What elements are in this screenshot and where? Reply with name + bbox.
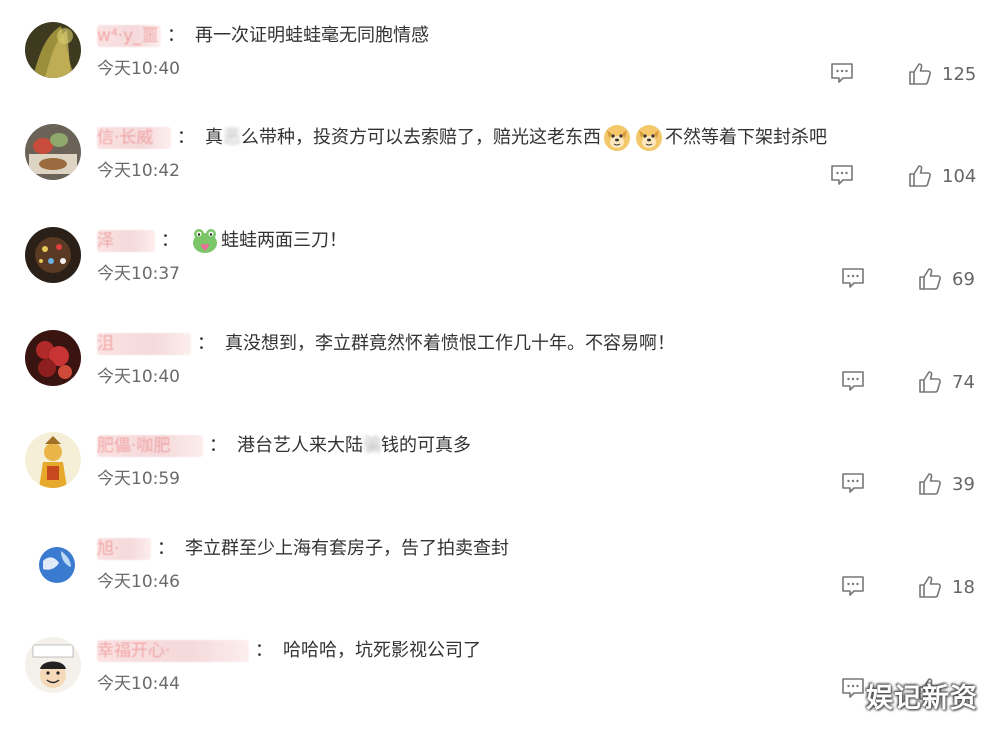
like-button[interactable]: 18 [918, 575, 975, 599]
comment-icon[interactable] [841, 267, 865, 289]
username[interactable]: 信·长威 [97, 127, 171, 149]
timestamp: 今天10:37 [97, 264, 180, 284]
comment-line: 肥儡·咖肥 ： 港台艺人来大陆 骗 钱的可真多 [97, 432, 471, 460]
comment-text: 不然等着下架封杀吧 [665, 127, 827, 148]
comment-text: 真 [205, 127, 223, 148]
like-button[interactable]: 104 [908, 164, 976, 188]
like-count: 125 [942, 63, 977, 85]
doge-emoji-icon [635, 124, 663, 152]
username[interactable]: 肥儡·咖肥 [97, 435, 203, 457]
avatar[interactable] [25, 124, 81, 180]
thumbs-up-icon [909, 165, 931, 187]
timestamp: 今天10:40 [97, 59, 180, 79]
colon: ： [161, 230, 179, 251]
comment-line: 信·长威 ： 真 恶 么带种，投资方可以去索赔了，赔光这老东西 不然等着下架封杀… [97, 124, 827, 152]
username[interactable]: 旭· [97, 538, 151, 560]
colon: ： [255, 640, 273, 661]
avatar[interactable] [25, 330, 81, 386]
comment-text: 哈哈哈，坑死影视公司了 [283, 640, 481, 661]
doge-emoji-icon [603, 124, 631, 152]
thumbs-up-icon [919, 268, 941, 290]
comment-line: 幸福开心· ： 哈哈哈，坑死影视公司了 [97, 637, 481, 665]
avatar[interactable] [25, 432, 81, 488]
blurred-word: 恶 [223, 127, 241, 148]
comment-icon[interactable] [841, 677, 865, 699]
like-button[interactable]: 39 [918, 472, 975, 496]
comment-text: 港台艺人来大陆 [237, 435, 363, 456]
like-button[interactable]: 125 [908, 62, 976, 86]
watermark: 娱记新资 [866, 683, 978, 714]
comment-icon[interactable] [830, 62, 854, 84]
comment-icon[interactable] [841, 575, 865, 597]
comment-text: 再一次证明蛙蛙毫无同胞情感 [195, 25, 429, 46]
like-count: 74 [952, 371, 975, 393]
like-count: 39 [952, 473, 975, 495]
timestamp: 今天10:59 [97, 469, 180, 489]
username[interactable]: 幸福开心· [97, 640, 249, 662]
comment-item: 幸福开心· ： 哈哈哈，坑死影视公司了 今天10:44 [0, 615, 1008, 718]
comment-text: 李立群至少上海有套房子，告了拍卖查封 [185, 538, 509, 559]
comment-text: 蛙蛙两面三刀！ [221, 230, 347, 251]
avatar[interactable] [25, 227, 81, 283]
avatar[interactable] [25, 22, 81, 78]
comment-line: w⁴·y_噩 ： 再一次证明蛙蛙毫无同胞情感 [97, 22, 429, 50]
timestamp: 今天10:46 [97, 572, 180, 592]
comment-item: 沮 ： 真没想到，李立群竟然怀着愤恨工作几十年。不容易啊！ 今天10:40 74 [0, 308, 1008, 411]
username[interactable]: 沮 [97, 333, 191, 355]
colon: ： [209, 435, 227, 456]
avatar[interactable] [25, 637, 81, 693]
like-button[interactable]: 69 [918, 267, 975, 291]
username[interactable]: w⁴·y_噩 [97, 25, 161, 47]
comment-item: 肥儡·咖肥 ： 港台艺人来大陆 骗 钱的可真多 今天10:59 39 [0, 410, 1008, 513]
thumbs-up-icon [919, 576, 941, 598]
comment-icon[interactable] [830, 164, 854, 186]
comment-line: 沮 ： 真没想到，李立群竟然怀着愤恨工作几十年。不容易啊！ [97, 330, 675, 358]
thumbs-up-icon [919, 473, 941, 495]
colon: ： [197, 333, 215, 354]
thumbs-up-icon [909, 63, 931, 85]
comment-item: w⁴·y_噩 ： 再一次证明蛙蛙毫无同胞情感 今天10:40 125 [0, 0, 1008, 103]
comment-line: 泽 ： 蛙蛙两面三刀！ [97, 227, 347, 255]
comment-text: 么带种，投资方可以去索赔了，赔光这老东西 [241, 127, 601, 148]
frog-heart-emoji-icon [191, 227, 219, 255]
comment-text: 真没想到，李立群竟然怀着愤恨工作几十年。不容易啊！ [225, 333, 675, 354]
timestamp: 今天10:42 [97, 161, 180, 181]
comment-line: 旭· ： 李立群至少上海有套房子，告了拍卖查封 [97, 535, 509, 563]
blurred-word: 骗 [363, 435, 381, 456]
comment-item: 旭· ： 李立群至少上海有套房子，告了拍卖查封 今天10:46 18 [0, 513, 1008, 616]
like-count: 18 [952, 576, 975, 598]
comment-text: 钱的可真多 [381, 435, 471, 456]
avatar[interactable] [25, 535, 81, 591]
like-count: 69 [952, 268, 975, 290]
timestamp: 今天10:40 [97, 367, 180, 387]
comment-icon[interactable] [841, 472, 865, 494]
colon: ： [157, 538, 175, 559]
colon: ： [177, 127, 195, 148]
timestamp: 今天10:44 [97, 674, 180, 694]
colon: ： [167, 25, 185, 46]
comment-item: 信·长威 ： 真 恶 么带种，投资方可以去索赔了，赔光这老东西 不然等着下架封杀… [0, 102, 1008, 205]
like-button[interactable]: 74 [918, 370, 975, 394]
like-count: 104 [942, 165, 977, 187]
comment-icon[interactable] [841, 370, 865, 392]
comment-item: 泽 ： 蛙蛙两面三刀！ 今天10:37 69 [0, 205, 1008, 308]
username[interactable]: 泽 [97, 230, 155, 252]
thumbs-up-icon [919, 371, 941, 393]
